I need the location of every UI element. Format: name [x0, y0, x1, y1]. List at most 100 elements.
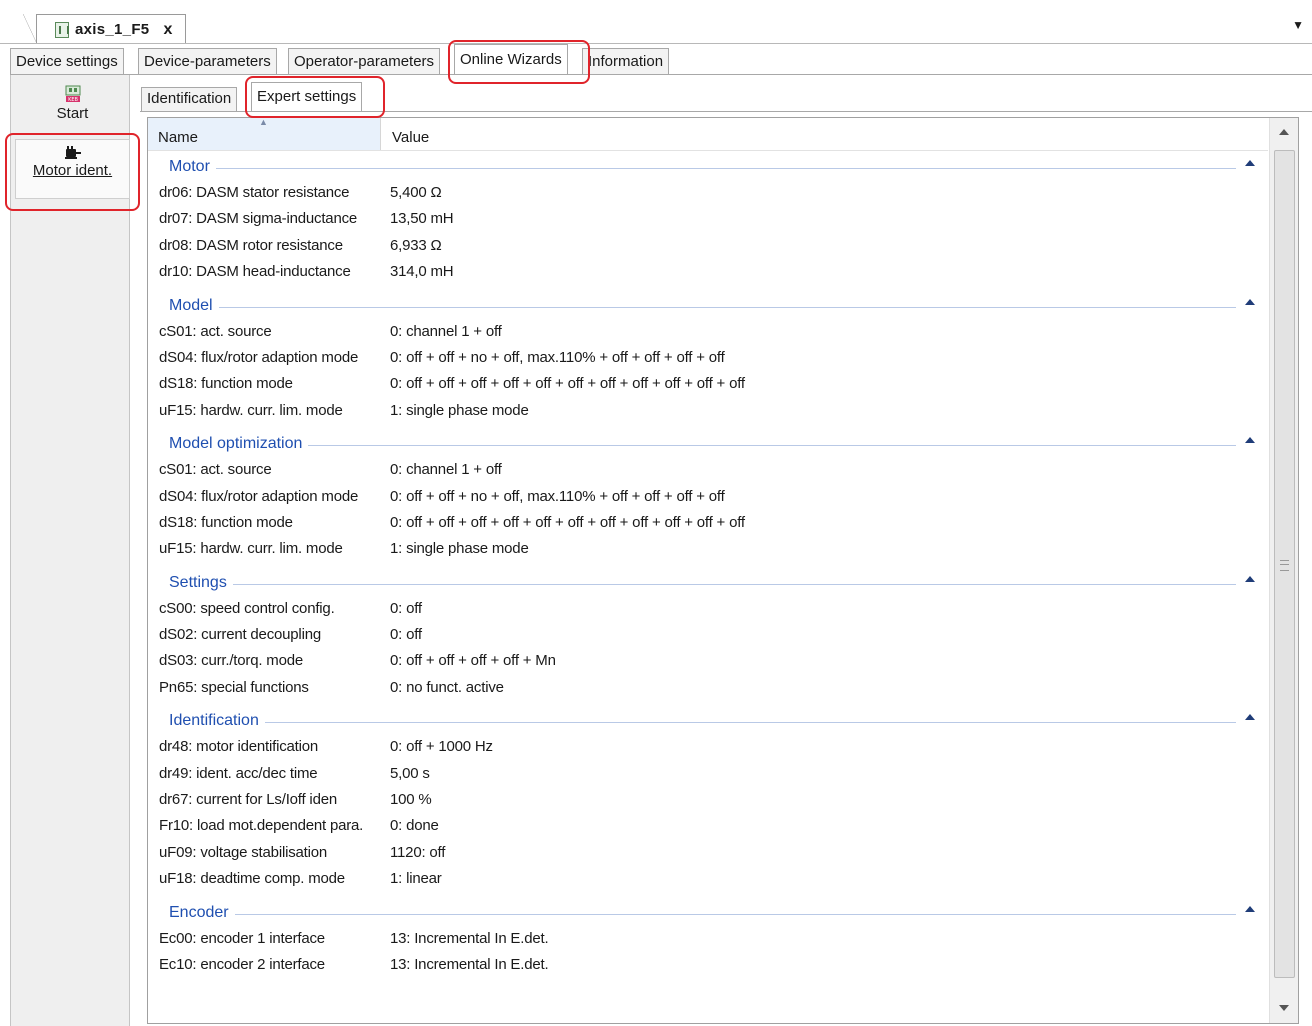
parameter-name: dS04: flux/rotor adaption mode	[159, 348, 359, 366]
parameter-row[interactable]: dr08: DASM rotor resistance 6,933 Ω	[148, 231, 1268, 257]
parameter-name: dr49: ident. acc/dec time	[159, 764, 318, 782]
parameter-value[interactable]: 13: Incremental In E.det.	[390, 930, 549, 947]
scroll-down-icon[interactable]	[1270, 993, 1298, 1023]
parameter-row[interactable]: dr06: DASM stator resistance 5,400 Ω	[148, 178, 1268, 204]
parameter-value[interactable]: 1: linear	[390, 870, 442, 887]
parameter-value[interactable]: 0: off + off + off + off + Mn	[390, 652, 556, 669]
parameter-value[interactable]: 13: Incremental In E.det.	[390, 956, 549, 973]
parameter-value[interactable]: 0: off + off + off + off + off + off + o…	[390, 375, 745, 392]
parameter-name: uF18: deadtime comp. mode	[159, 870, 345, 888]
group-header: Settings	[148, 566, 1268, 594]
tab-identification[interactable]: Identification	[141, 87, 238, 111]
scrollbar-thumb[interactable]	[1274, 150, 1295, 978]
parameter-name: dS02: current decoupling	[159, 626, 321, 644]
collapse-icon[interactable]	[1243, 902, 1255, 914]
wizard-start-button[interactable]: KEB Start	[15, 79, 130, 129]
parameter-name: uF15: hardw. curr. lim. mode	[159, 540, 343, 558]
parameter-name: cS01: act. source	[159, 322, 272, 340]
sort-ascending-icon: ▲	[259, 117, 268, 127]
tab-information[interactable]: Information	[582, 48, 670, 74]
tab-operator-parameters[interactable]: Operator-parameters	[288, 48, 441, 74]
column-header-name-label: Name	[158, 129, 199, 146]
parameter-row[interactable]: Pn65: special functions 0: no funct. acti…	[148, 673, 1268, 699]
vertical-scrollbar[interactable]	[1269, 118, 1298, 1023]
parameter-value[interactable]: 5,400 Ω	[390, 184, 442, 201]
parameter-value[interactable]: 0: off + off + no + off, max.110% + off …	[390, 349, 725, 366]
wizard-motor-ident-button[interactable]: Motor ident.	[15, 139, 130, 199]
parameter-row[interactable]: cS00: speed control config. 0: off	[148, 594, 1268, 620]
parameter-row[interactable]: dr48: motor identification 0: off + 1000 …	[148, 732, 1268, 758]
parameter-value[interactable]: 0: channel 1 + off	[390, 323, 502, 340]
parameter-row[interactable]: uF18: deadtime comp. mode 1: linear	[148, 864, 1268, 890]
parameter-name: dr48: motor identification	[159, 738, 319, 756]
parameter-row[interactable]: cS01: act. source 0: channel 1 + off	[148, 317, 1268, 343]
parameter-value[interactable]: 0: off + off + off + off + off + off + o…	[390, 514, 745, 531]
parameter-name: uF15: hardw. curr. lim. mode	[159, 401, 343, 419]
parameter-value[interactable]: 0: done	[390, 817, 439, 834]
parameter-value[interactable]: 0: channel 1 + off	[390, 461, 502, 478]
scroll-up-icon[interactable]	[1270, 118, 1298, 148]
parameter-value[interactable]: 314,0 mH	[390, 263, 454, 280]
parameter-name: Pn65: special functions	[159, 678, 309, 696]
parameter-value[interactable]: 0: off	[390, 600, 422, 617]
parameter-row[interactable]: Ec10: encoder 2 interface 13: Incremental…	[148, 950, 1268, 976]
group-divider	[169, 445, 1236, 447]
group-header: Identification	[148, 704, 1268, 732]
collapse-icon[interactable]	[1243, 433, 1255, 445]
parameter-name: dr10: DASM head-inductance	[159, 263, 351, 281]
wizard-start-label: Start	[56, 105, 89, 122]
parameter-row[interactable]: dS04: flux/rotor adaption mode 0: off + o…	[148, 482, 1268, 508]
column-header-value[interactable]: Value	[382, 118, 1262, 150]
collapse-icon[interactable]	[1243, 572, 1255, 584]
parameter-value[interactable]: 6,933 Ω	[390, 237, 442, 254]
parameter-row[interactable]: dr67: current for Ls/Ioff iden 100 %	[148, 785, 1268, 811]
parameter-row[interactable]: dr07: DASM sigma-inductance 13,50 mH	[148, 204, 1268, 230]
parameter-rows: Motor dr06: DASM stator resistance 5,400 Ω…	[148, 150, 1268, 981]
parameter-value[interactable]: 0: off + off + no + off, max.110% + off …	[390, 488, 725, 505]
tab-expert-settings[interactable]: Expert settings	[251, 82, 363, 112]
svg-text:KEB: KEB	[68, 97, 78, 103]
parameter-row[interactable]: dS03: curr./torq. mode 0: off + off + off…	[148, 646, 1268, 672]
parameter-row[interactable]: uF15: hardw. curr. lim. mode 1: single ph…	[148, 396, 1268, 422]
parameter-name: dr08: DASM rotor resistance	[159, 236, 343, 254]
tab-device-parameters[interactable]: Device-parameters	[138, 48, 277, 74]
parameter-row[interactable]: dr49: ident. acc/dec time 5,00 s	[148, 759, 1268, 785]
parameter-value[interactable]: 0: off + 1000 Hz	[390, 738, 493, 755]
parameter-value[interactable]: 5,00 s	[390, 765, 430, 782]
column-header-name[interactable]: ▲ Name	[148, 118, 381, 150]
parameter-name: Fr10: load mot.dependent para.	[159, 817, 364, 835]
parameter-name: dS18: function mode	[159, 513, 293, 531]
parameter-row[interactable]: uF09: voltage stabilisation 1120: off	[148, 838, 1268, 864]
group-header: Encoder	[148, 896, 1268, 924]
parameter-row[interactable]: Fr10: load mot.dependent para. 0: done	[148, 811, 1268, 837]
group-divider	[169, 583, 1236, 585]
group-title: Model optimization	[169, 435, 309, 454]
parameter-row[interactable]: dS18: function mode 0: off + off + off + …	[148, 508, 1268, 534]
parameter-list: ▲ Name Value Motor dr06: DASM stator resi…	[147, 117, 1299, 1024]
close-icon[interactable]: x	[163, 21, 172, 39]
collapse-icon[interactable]	[1243, 295, 1255, 307]
parameter-value[interactable]: 13,50 mH	[390, 210, 454, 227]
column-header-value-label: Value	[392, 129, 430, 146]
parameter-row[interactable]: dS18: function mode 0: off + off + off + …	[148, 369, 1268, 395]
parameter-name: dr67: current for Ls/Ioff iden	[159, 791, 337, 809]
tab-device-settings[interactable]: Device settings	[10, 48, 124, 74]
parameter-row[interactable]: Ec00: encoder 1 interface 13: Incremental…	[148, 924, 1268, 950]
parameter-value[interactable]: 1120: off	[390, 844, 445, 861]
parameter-row[interactable]: uF15: hardw. curr. lim. mode 1: single ph…	[148, 534, 1268, 560]
parameter-row[interactable]: dS02: current decoupling 0: off	[148, 620, 1268, 646]
parameter-row[interactable]: cS01: act. source 0: channel 1 + off	[148, 455, 1268, 481]
document-tab[interactable]: axis_1_F5 x	[23, 14, 186, 44]
parameter-value[interactable]: 100 %	[390, 791, 432, 808]
parameter-row[interactable]: dr10: DASM head-inductance 314,0 mH	[148, 257, 1268, 283]
parameter-value[interactable]: 1: single phase mode	[390, 402, 529, 419]
parameter-row[interactable]: dS04: flux/rotor adaption mode 0: off + o…	[148, 343, 1268, 369]
collapse-icon[interactable]	[1243, 710, 1255, 722]
tab-online-wizards[interactable]: Online Wizards	[454, 44, 568, 75]
parameter-value[interactable]: 0: no funct. active	[390, 679, 504, 696]
collapse-icon[interactable]	[1243, 156, 1255, 168]
chevron-down-icon[interactable]: ▼	[1292, 18, 1304, 32]
parameter-value[interactable]: 0: off	[390, 626, 422, 643]
parameter-value[interactable]: 1: single phase mode	[390, 540, 529, 557]
grip-icon	[1280, 560, 1289, 571]
